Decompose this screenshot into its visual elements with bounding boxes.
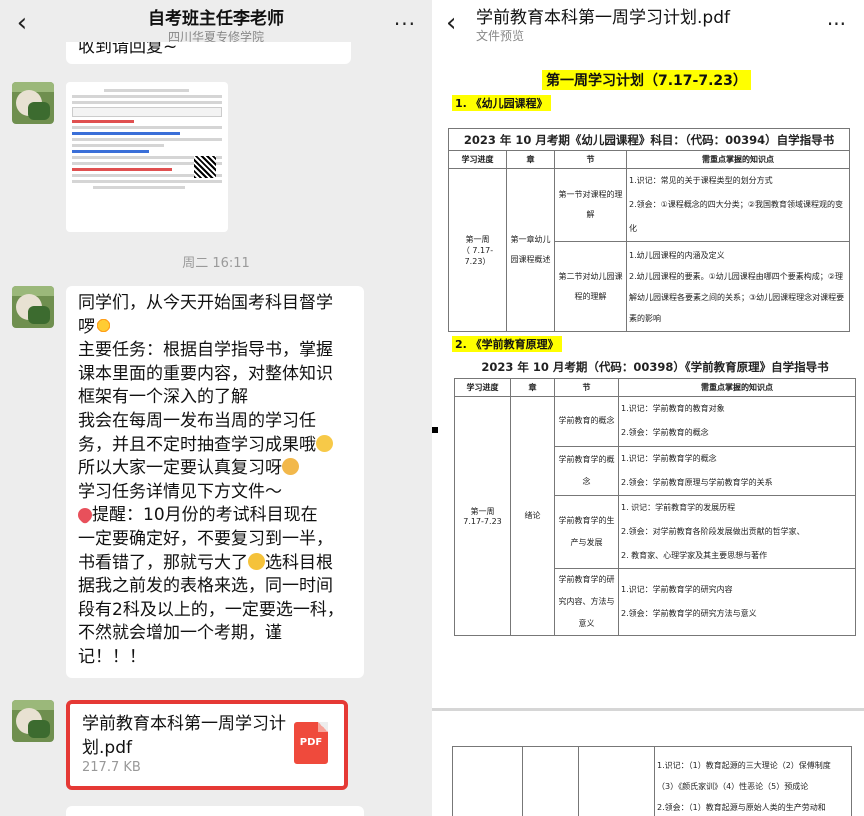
table-cell-points: 1.幼儿园课程的内涵及定义 2.幼儿园课程的要素。①幼儿园课程由哪四个要素构成；②…: [626, 241, 850, 332]
table-header: 需重点掌握的知识点: [618, 377, 856, 397]
table-header: 学习进度: [448, 150, 507, 169]
message-line: 框架有一个深入的了解: [78, 387, 248, 408]
message-text: 收到请回复~: [78, 42, 178, 57]
table-header: 节: [554, 377, 619, 397]
table-cell-section: 第二节对幼儿园课程的理解: [554, 241, 627, 332]
file-message[interactable]: 学前教育本科第一周学习计划.pdf 217.7 KB PDF: [66, 700, 348, 790]
table-caption: 2023 年 10 月考期（代码：00398）《学前教育原理》自学指导书: [454, 356, 856, 379]
grin-emoji-icon: [316, 434, 333, 452]
message-line: 我会在每周一发布当周的学习任: [78, 410, 316, 431]
message-line: 务，并且不定时抽查学习成果哦: [78, 434, 316, 455]
doc-title: 第一周学习计划（7.17-7.23）: [542, 70, 751, 90]
image-message[interactable]: [66, 82, 228, 232]
study-table-1: 2023 年 10 月考期《幼儿园课程》科目：（代码：00394）自学指导书 学…: [448, 128, 850, 332]
table-caption: 2023 年 10 月考期《幼儿园课程》科目：（代码：00394）自学指导书: [448, 128, 850, 151]
more-icon[interactable]: ···: [394, 12, 416, 36]
message-line: 段有2科及以上的，一定要选一科，: [78, 599, 344, 620]
table-cell-section: 学前教育学的生产与发展: [554, 494, 619, 569]
message-bubble-partial[interactable]: 收到请回复~: [66, 42, 351, 64]
avatar[interactable]: [12, 700, 54, 742]
table-cell-points: 1. 识记：学前教育学的发展历程 2.领会：对学前教育各阶段发展做出贡献的哲学家、…: [618, 494, 856, 569]
timestamp: 周二 16:11: [182, 256, 250, 271]
table-cell-points: 1.识记：常见的关于课程类型的划分方式 2.领会：①课程概念的四大分类；②我国教育…: [626, 168, 850, 242]
section-heading: 2. 《学前教育原理》: [452, 336, 562, 352]
table-header: 需重点掌握的知识点: [626, 150, 850, 169]
laugh-emoji-icon: [248, 552, 265, 570]
table-cell-section: 学前教育学的概念: [554, 445, 619, 496]
message-line: 主要任务：根据自学指导书，掌握: [78, 340, 333, 361]
cat-emoji-icon: [282, 458, 299, 476]
table-cell-points: 1.识记：（1）教育起源的三大理论（2）保傅制度 （3）《颜氏家训》（4）性恶论…: [654, 746, 852, 816]
table-header: 节: [554, 150, 627, 169]
study-table-3-partial: 1.识记：（1）教育起源的三大理论（2）保傅制度 （3）《颜氏家训》（4）性恶论…: [452, 746, 852, 816]
table-cell-section: 学前教育学的研究内容、方法与意义: [554, 567, 619, 636]
table-cell-points: 1.识记：学前教育的教育对象 2.领会：学前教育的概念: [618, 395, 856, 447]
table-cell-week: 第一周（ 7.17-7.23）: [448, 168, 507, 332]
chat-panel: ‹ 自考班主任李老师 四川华夏专修学院 ··· 收到请回复~ 周二 16:11 …: [0, 0, 432, 816]
sun-emoji-icon: [95, 316, 112, 334]
page-marker: [432, 427, 438, 433]
preview-subtitle: 文件预览: [476, 29, 525, 43]
table-cell-chapter: 第一章幼儿园课程概述: [506, 168, 555, 332]
message-bubble-partial[interactable]: [66, 806, 364, 816]
message-line: 学习任务详情见下方文件～: [78, 481, 282, 502]
qr-code-icon: [194, 156, 216, 178]
table-header: 章: [506, 150, 555, 169]
message-line: 不然就会增加一个考期，谨: [78, 623, 282, 644]
file-name: 学前教育本科第一周学习计划.pdf: [82, 714, 286, 758]
page-separator: [432, 708, 864, 711]
message-line: 据我之前发的表格来选，同一时间: [78, 576, 333, 597]
back-icon[interactable]: ‹: [446, 8, 456, 38]
preview-header: ‹ 学前教育本科第一周学习计划.pdf 文件预览 ···: [432, 0, 864, 48]
table-cell-points: 1.识记：学前教育学的研究内容 2.领会：学前教育学的研究方法与意义: [618, 567, 856, 636]
message-line: 提醒：10月份的考试科目现在: [92, 505, 318, 526]
section-heading: 1. 《幼儿园课程》: [452, 95, 551, 111]
table-cell-week: 第一周 7.17-7.23: [454, 395, 511, 636]
file-preview-panel: ‹ 学前教育本科第一周学习计划.pdf 文件预览 ··· 第一周学习计划（7.1…: [432, 0, 864, 816]
message-line: 同学们，从今天开始国考科目督学: [78, 293, 333, 313]
message-line: 记！！！: [78, 646, 146, 667]
table-header: 学习进度: [454, 377, 511, 397]
avatar[interactable]: [12, 82, 54, 124]
message-line: 啰: [78, 316, 95, 337]
text-message[interactable]: 同学们，从今天开始国考科目督学 啰 主要任务：根据自学指导书，掌握 课本里面的重…: [66, 286, 364, 678]
preview-title: 学前教育本科第一周学习计划.pdf: [476, 8, 730, 28]
more-icon[interactable]: ···: [827, 12, 846, 36]
chat-title: 自考班主任李老师: [148, 9, 284, 29]
message-line: 选科目根: [265, 552, 333, 573]
message-line: 课本里面的重要内容，对整体知识: [78, 363, 333, 384]
chat-header: ‹ 自考班主任李老师 四川华夏专修学院 ···: [0, 0, 432, 48]
avatar[interactable]: [12, 286, 54, 328]
message-line: 书看错了，那就亏大了: [78, 552, 248, 573]
table-cell-chapter: 绪论: [510, 395, 555, 636]
table-header: 章: [510, 377, 555, 397]
table-cell-points: 1.识记：学前教育学的概念 2.领会：学前教育原理与学前教育学的关系: [618, 445, 856, 496]
file-size: 217.7 KB: [82, 760, 141, 775]
table-cell-section: 学前教育的概念: [554, 395, 619, 447]
message-line: 所以大家一定要认真复习呀: [78, 458, 282, 479]
table-cell-section: 第一节对课程的理解: [554, 168, 627, 242]
pdf-file-icon: PDF: [294, 722, 328, 764]
message-line: 一定要确定好，不要复习到一半，: [78, 528, 333, 549]
study-table-2: 2023 年 10 月考期（代码：00398）《学前教育原理》自学指导书 学习进…: [454, 356, 856, 636]
